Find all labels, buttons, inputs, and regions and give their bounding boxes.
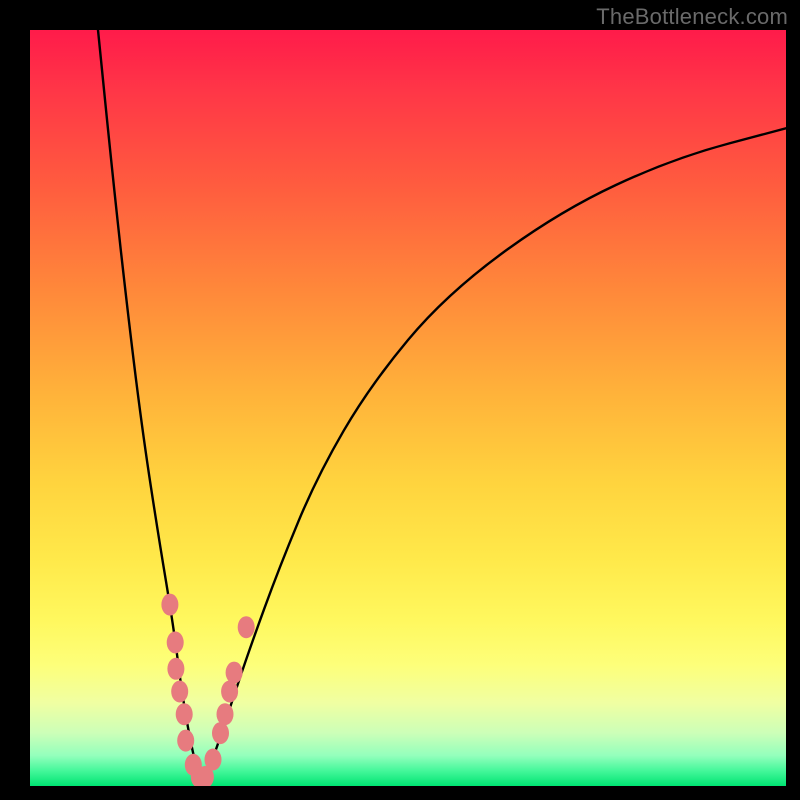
- bead-marker: [167, 658, 184, 680]
- bead-marker: [171, 681, 188, 703]
- curve-layer: [30, 30, 786, 786]
- outer-frame: TheBottleneck.com: [0, 0, 800, 800]
- bead-marker: [167, 631, 184, 653]
- curve-left-branch: [98, 30, 200, 786]
- watermark-text: TheBottleneck.com: [596, 4, 788, 30]
- bead-marker: [226, 662, 243, 684]
- curve-right-branch: [200, 128, 786, 786]
- bead-marker: [212, 722, 229, 744]
- bead-marker: [177, 730, 194, 752]
- plot-area: [30, 30, 786, 786]
- bead-marker: [161, 594, 178, 616]
- bead-marker: [176, 703, 193, 725]
- bead-marker: [205, 749, 222, 771]
- marker-beads: [161, 594, 254, 786]
- bead-marker: [238, 616, 255, 638]
- bead-marker: [217, 703, 234, 725]
- bead-marker: [221, 681, 238, 703]
